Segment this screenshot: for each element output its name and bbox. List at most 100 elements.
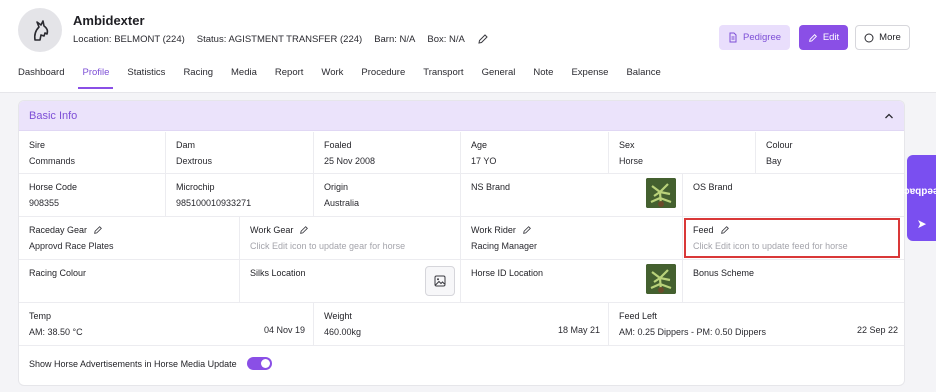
field-ns-brand: NS Brand [461, 174, 683, 216]
field-value: 25 Nov 2008 [324, 156, 376, 166]
tab-transport[interactable]: Transport [423, 67, 463, 89]
field-os-brand: OS Brand [683, 174, 904, 216]
tab-note[interactable]: Note [533, 67, 553, 89]
field-dam: Dam Dextrous [166, 132, 314, 173]
edit-location-pencil-icon[interactable] [477, 33, 489, 45]
field-age: Age 17 YO [461, 132, 609, 173]
location-text: Location: BELMONT (224) [73, 33, 185, 45]
field-weight: Weight 460.00kg 18 May 21 [314, 303, 609, 345]
field-temp: Temp AM: 38.50 °C 04 Nov 19 [19, 303, 314, 345]
pedigree-label: Pedigree [742, 32, 782, 43]
work-gear-label: Work Gear [250, 225, 294, 235]
advertisement-toggle[interactable] [246, 357, 272, 370]
status-text: Status: AGISTMENT TRANSFER (224) [196, 33, 363, 45]
field-label: Raceday Gear [29, 225, 239, 235]
pencil-icon [808, 33, 817, 42]
raceday-gear-label: Raceday Gear [29, 225, 88, 235]
edit-label: Edit [822, 32, 840, 43]
more-button[interactable]: More [855, 25, 910, 50]
profile-tabs: Dashboard Profile Statistics Racing Medi… [18, 67, 679, 89]
tab-report[interactable]: Report [275, 67, 304, 89]
field-value: Commands [29, 156, 76, 166]
horse-avatar [18, 8, 62, 52]
edit-button[interactable]: Edit [799, 25, 848, 50]
box-text: Box: N/A [427, 33, 465, 45]
field-microchip: Microchip 985100010933271 [166, 174, 314, 216]
field-origin: Origin Australia [314, 174, 461, 216]
field-raceday-gear: Raceday Gear Approvd Race Plates [19, 217, 240, 259]
upload-image-button[interactable] [425, 266, 455, 296]
horse-meta: Location: BELMONT (224) Status: AGISTMEN… [73, 33, 489, 45]
field-date: 04 Nov 19 [263, 325, 305, 335]
tab-balance[interactable]: Balance [626, 67, 660, 89]
plant-image-icon [646, 178, 676, 208]
tab-dashboard[interactable]: Dashboard [18, 67, 64, 89]
basic-info-header[interactable]: Basic Info [19, 101, 904, 131]
field-sex: Sex Horse [609, 132, 756, 173]
field-label: Sire [29, 140, 46, 150]
plant-image-icon [646, 264, 676, 294]
field-label: Bonus Scheme [693, 268, 755, 278]
tab-racing[interactable]: Racing [183, 67, 213, 89]
field-horse-code: Horse Code 908355 [19, 174, 166, 216]
edit-pencil-icon[interactable] [299, 225, 309, 235]
chevron-up-icon[interactable] [884, 111, 894, 121]
basic-info-title: Basic Info [29, 109, 78, 122]
toggle-label: Show Horse Advertisements in Horse Media… [29, 358, 237, 369]
feedback-label: Feedback [898, 185, 936, 196]
field-horse-id-location: Horse ID Location [461, 260, 683, 302]
field-label: Microchip [176, 182, 215, 192]
field-value: Dextrous [176, 156, 213, 166]
tab-expense[interactable]: Expense [571, 67, 608, 89]
field-label: Weight [324, 311, 352, 321]
field-sire: Sire Commands [19, 132, 166, 173]
horse-head-icon [33, 20, 49, 41]
tab-profile[interactable]: Profile [78, 67, 114, 89]
field-label: Sex [619, 140, 635, 150]
field-label: Temp [29, 311, 52, 321]
circle-icon [864, 33, 874, 42]
tab-work[interactable]: Work [321, 67, 343, 89]
advertisement-toggle-row: Show Horse Advertisements in Horse Media… [29, 357, 272, 370]
field-value: Racing Manager [471, 241, 538, 251]
field-racing-colour: Racing Colour [19, 260, 240, 302]
feed-highlight-box [684, 218, 900, 258]
ns-brand-image[interactable] [646, 178, 676, 208]
tab-statistics[interactable]: Statistics [127, 67, 165, 89]
feedback-tab[interactable]: Feedback [898, 155, 936, 241]
field-work-gear: Work Gear Click Edit icon to update gear… [240, 217, 461, 259]
tab-general[interactable]: General [482, 67, 516, 89]
field-value: 17 YO [471, 156, 497, 166]
horse-id-image[interactable] [646, 264, 676, 294]
field-bonus-scheme: Bonus Scheme [683, 260, 904, 302]
edit-pencil-icon[interactable] [522, 225, 532, 235]
info-row: Horse Code 908355 Microchip 985100010933… [19, 174, 904, 217]
document-icon [729, 32, 737, 43]
field-label: Horse Code [29, 182, 78, 192]
field-label: Age [471, 140, 488, 150]
tab-media[interactable]: Media [231, 67, 257, 89]
field-value: 985100010933271 [176, 198, 252, 208]
field-label: Feed Left [619, 311, 658, 321]
horse-name: Ambidexter [73, 13, 145, 28]
field-value: Australia [324, 198, 360, 208]
more-label: More [879, 32, 901, 43]
field-value: 908355 [29, 198, 60, 208]
field-feed-left: Feed Left AM: 0.25 Dippers - PM: 0.50 Di… [609, 303, 904, 345]
field-label: Work Rider [471, 225, 682, 235]
send-icon [917, 219, 926, 228]
field-placeholder: Click Edit icon to update gear for horse [250, 241, 406, 251]
pedigree-button[interactable]: Pedigree [719, 25, 790, 50]
info-row: Temp AM: 38.50 °C 04 Nov 19 Weight 460.0… [19, 303, 904, 346]
tab-procedure[interactable]: Procedure [361, 67, 405, 89]
field-colour: Colour Bay [756, 132, 904, 173]
barn-text: Barn: N/A [374, 33, 416, 45]
field-label: Foaled [324, 140, 352, 150]
field-silks-location: Silks Location [240, 260, 461, 302]
field-label: Colour [766, 140, 793, 150]
edit-pencil-icon[interactable] [93, 225, 103, 235]
image-icon [434, 275, 446, 287]
profile-header: Ambidexter Location: BELMONT (224) Statu… [0, 0, 936, 93]
field-value: Bay [766, 156, 782, 166]
field-label: Dam [176, 140, 196, 150]
